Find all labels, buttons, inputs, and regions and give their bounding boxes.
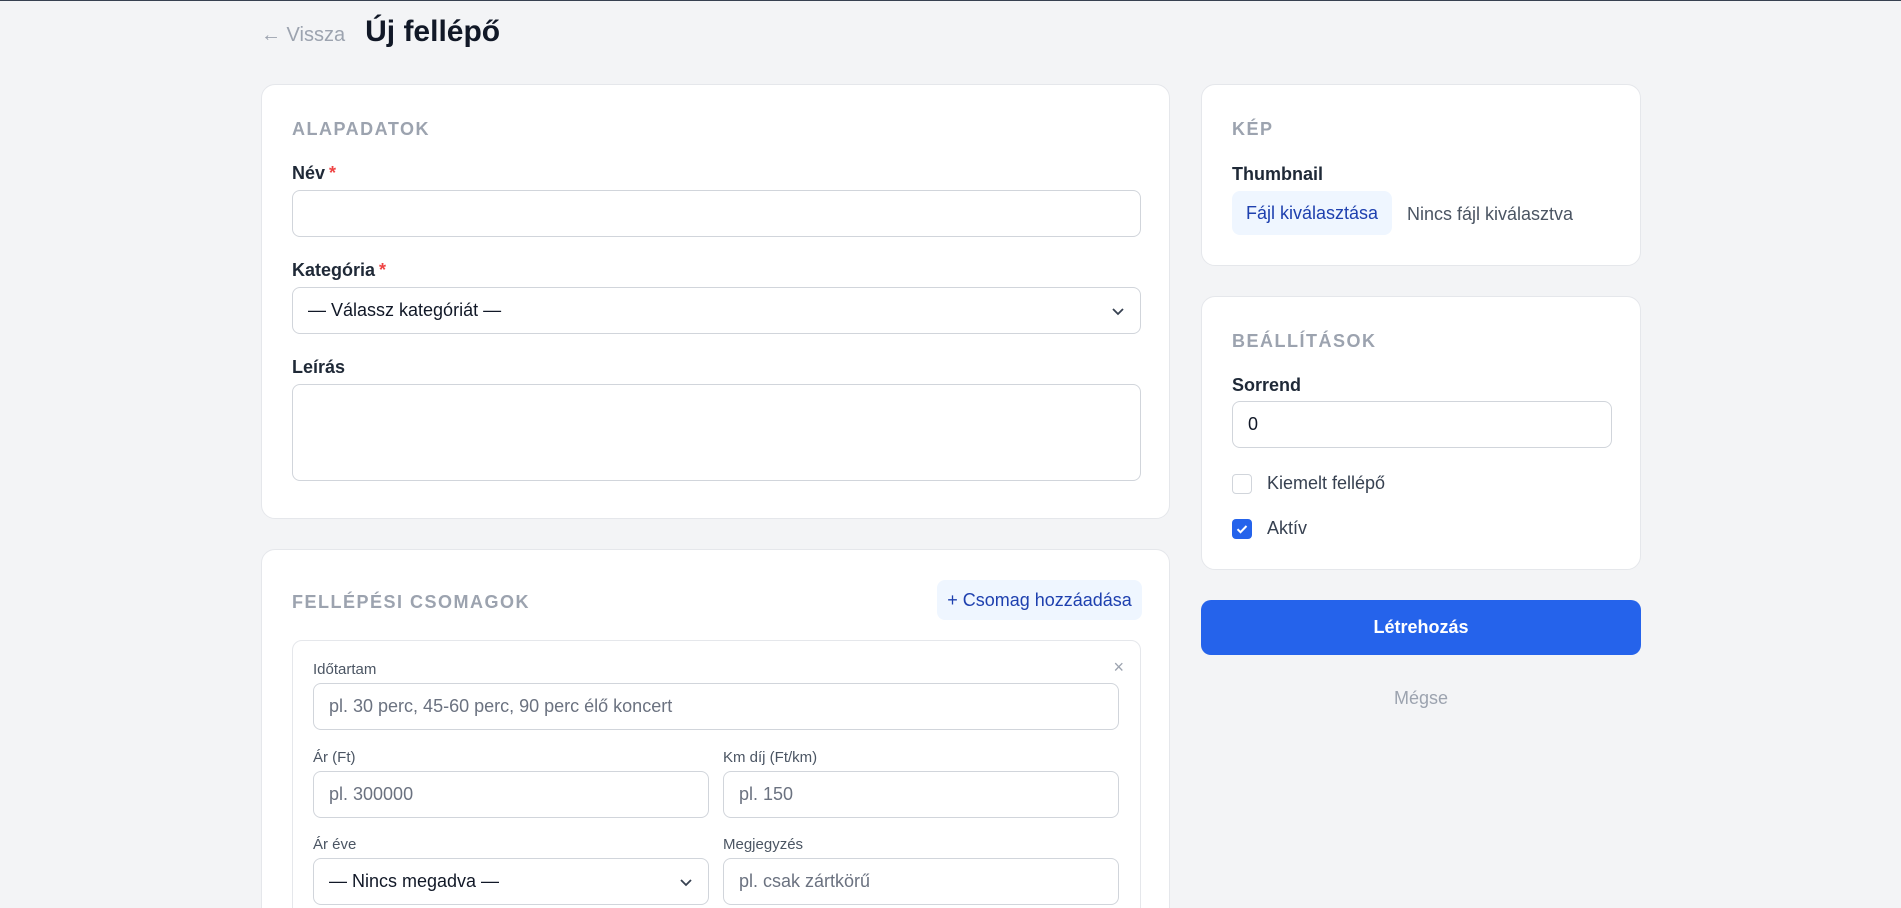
km-fee-label: Km díj (Ft/km)	[723, 749, 818, 766]
order-input[interactable]	[1232, 401, 1612, 448]
add-package-button[interactable]: + Csomag hozzáadása	[937, 580, 1142, 620]
packages-section-title: FELLÉPÉSI CSOMAGOK	[292, 592, 531, 612]
thumbnail-label: Thumbnail	[1232, 164, 1323, 184]
note-label: Megjegyzés	[723, 836, 804, 853]
price-input[interactable]	[313, 771, 709, 818]
create-button[interactable]: Létrehozás	[1201, 600, 1641, 655]
price-year-label: Ár éve	[313, 836, 357, 853]
file-status-text: Nincs fájl kiválasztva	[1407, 204, 1574, 224]
name-input[interactable]	[292, 190, 1141, 237]
package-item: × Időtartam Ár (Ft) Km díj (Ft/km) Ár év…	[292, 640, 1141, 908]
required-mark: *	[329, 163, 337, 183]
description-label: Leírás	[292, 357, 346, 377]
settings-card: BEÁLLÍTÁSOK Sorrend Kiemelt fellépő Aktí…	[1201, 296, 1641, 570]
active-checkbox[interactable]	[1232, 518, 1252, 539]
image-section-title: KÉP	[1232, 119, 1274, 139]
duration-label: Időtartam	[313, 661, 377, 678]
chevron-down-icon	[680, 878, 692, 886]
category-select-value: — Válassz kategóriát —	[308, 300, 502, 320]
km-fee-input[interactable]	[723, 771, 1119, 818]
featured-label: Kiemelt fellépő	[1267, 473, 1386, 493]
duration-input[interactable]	[313, 683, 1119, 730]
settings-section-title: BEÁLLÍTÁSOK	[1232, 331, 1377, 351]
order-label: Sorrend	[1232, 375, 1302, 395]
price-label: Ár (Ft)	[313, 749, 356, 766]
basics-card: ALAPADATOK Név * Kategória * — Válassz kat…	[261, 84, 1170, 519]
note-input[interactable]	[723, 858, 1119, 905]
chevron-down-icon	[1112, 307, 1124, 315]
required-mark: *	[379, 260, 387, 280]
active-label: Aktív	[1267, 518, 1308, 538]
active-checkbox-row[interactable]: Aktív	[1232, 518, 1307, 539]
cancel-link[interactable]: Mégse	[1201, 688, 1641, 709]
category-label: Kategória *	[292, 260, 387, 280]
price-year-select[interactable]: — Nincs megadva —	[313, 858, 709, 905]
basics-section-title: ALAPADATOK	[292, 119, 430, 139]
image-card: KÉP Thumbnail Fájl kiválasztása Nincs fá…	[1201, 84, 1641, 266]
packages-card: FELLÉPÉSI CSOMAGOK + Csomag hozzáadása ×…	[261, 549, 1170, 908]
file-choose-button[interactable]: Fájl kiválasztása	[1232, 191, 1392, 235]
category-select[interactable]: — Válassz kategóriát —	[292, 287, 1141, 334]
back-link[interactable]: ← Vissza	[261, 24, 345, 47]
name-label: Név *	[292, 163, 337, 183]
price-year-value: — Nincs megadva —	[329, 871, 500, 891]
checkmark-icon	[1236, 524, 1248, 534]
featured-checkbox-row[interactable]: Kiemelt fellépő	[1232, 473, 1385, 494]
page-title: Új fellépő	[365, 15, 501, 48]
page-header: ← Vissza Új fellépő	[261, 15, 500, 49]
description-textarea[interactable]	[292, 384, 1141, 481]
featured-checkbox[interactable]	[1232, 473, 1252, 494]
